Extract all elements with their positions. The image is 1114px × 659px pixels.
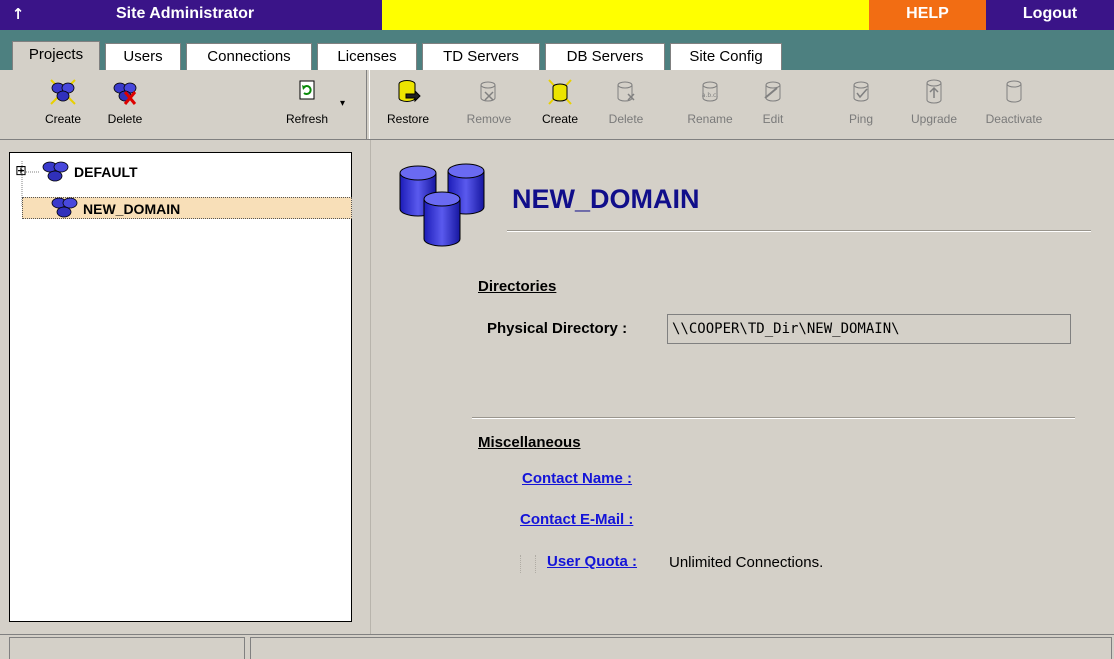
refresh-label: Refresh [285, 112, 329, 126]
delete-domain-button[interactable]: Delete [596, 74, 656, 134]
remove-button[interactable]: Remove [456, 74, 522, 134]
quota-marker [520, 555, 536, 573]
status-bar [0, 634, 1114, 659]
domain-title: NEW_DOMAIN [512, 184, 700, 214]
create-domain-icon [548, 79, 572, 105]
directories-heading: Directories [478, 278, 557, 295]
deactivate-button[interactable]: Deactivate [976, 74, 1052, 134]
contact-email-link[interactable]: Contact E-Mail : [520, 511, 633, 528]
remove-label: Remove [466, 112, 512, 126]
physical-directory-field[interactable]: \\COOPER\TD_Dir\NEW_DOMAIN\ [667, 314, 1071, 344]
remove-icon [480, 81, 496, 102]
contact-name-link[interactable]: Contact Name : [522, 470, 632, 487]
physical-directory-label: Physical Directory : [487, 320, 628, 337]
ping-icon [853, 81, 869, 102]
title-divider [507, 230, 1091, 232]
create-project-icon [50, 79, 76, 105]
deactivate-label: Deactivate [985, 112, 1043, 126]
domain-database-icon [399, 163, 485, 247]
toolbar-separator [366, 70, 370, 139]
upgrade-label: Upgrade [910, 112, 958, 126]
rename-label: Rename [687, 112, 733, 126]
toolbar: Create Delete Refresh ▾ Restore Remove C… [0, 70, 1114, 140]
delete-domain-icon [617, 81, 635, 102]
status-pane-left [9, 637, 245, 659]
edit-button[interactable]: Edit [748, 74, 798, 134]
tab-connections[interactable]: Connections [186, 43, 312, 70]
delete-project-button[interactable]: Delete [88, 74, 162, 134]
app-title-label: Site Administrator [116, 5, 255, 22]
tree-item-new-domain[interactable]: NEW_DOMAIN [22, 197, 352, 219]
ping-button[interactable]: Ping [836, 74, 886, 134]
help-button[interactable]: HELP [869, 0, 986, 30]
tree-expander-icon[interactable]: ⊞ [15, 163, 29, 179]
create-domain-label: Create [541, 112, 579, 126]
domain-group-icon [42, 161, 69, 182]
svg-text:a.b.c.: a.b.c. [702, 92, 719, 99]
top-bar: ↑ Site Administrator HELP Logout [0, 0, 1114, 30]
rename-icon: a.b.c. [702, 81, 719, 102]
create-domain-button[interactable]: Create [530, 74, 590, 134]
tab-db-servers[interactable]: DB Servers [545, 43, 665, 70]
delete-project-label: Delete [107, 112, 143, 126]
status-yellow-bar [382, 0, 869, 30]
tree-item-default-label: DEFAULT [74, 164, 138, 180]
app-title: Site Administrator [36, 0, 382, 30]
deactivate-icon [1006, 80, 1022, 103]
up-arrow-icon[interactable]: ↑ [0, 0, 36, 30]
edit-icon [764, 81, 781, 102]
section-divider [472, 417, 1075, 419]
tab-projects[interactable]: Projects [12, 41, 100, 70]
rename-button[interactable]: a.b.c. Rename [680, 74, 740, 134]
tree-item-default[interactable]: DEFAULT [40, 161, 240, 183]
logout-button[interactable]: Logout [986, 0, 1114, 30]
restore-button[interactable]: Restore [378, 74, 438, 134]
tab-site-config[interactable]: Site Config [670, 43, 782, 70]
restore-icon [398, 80, 421, 103]
restore-label: Restore [386, 112, 430, 126]
tab-strip: Projects Users Connections Licenses TD S… [0, 30, 1114, 70]
delete-domain-label: Delete [608, 112, 644, 126]
user-quota-value: Unlimited Connections. [669, 554, 824, 571]
refresh-button[interactable]: Refresh [270, 74, 344, 134]
domain-group-icon [51, 197, 78, 218]
status-pane-right [250, 637, 1112, 659]
miscellaneous-heading: Miscellaneous [478, 434, 581, 451]
tree-item-new-domain-label: NEW_DOMAIN [83, 201, 181, 217]
tab-users[interactable]: Users [105, 43, 181, 70]
user-quota-link[interactable]: User Quota : [547, 553, 637, 570]
project-tree[interactable]: ⊞ DEFAULT NEW_DOMAIN [9, 152, 352, 622]
edit-label: Edit [762, 112, 784, 126]
ping-label: Ping [848, 112, 874, 126]
upgrade-button[interactable]: Upgrade [902, 74, 966, 134]
upgrade-icon [926, 79, 942, 104]
tab-licenses[interactable]: Licenses [317, 43, 417, 70]
delete-project-icon [113, 82, 137, 105]
tab-td-servers[interactable]: TD Servers [422, 43, 540, 70]
refresh-dropdown-icon[interactable]: ▾ [340, 98, 345, 109]
refresh-icon [299, 80, 315, 100]
